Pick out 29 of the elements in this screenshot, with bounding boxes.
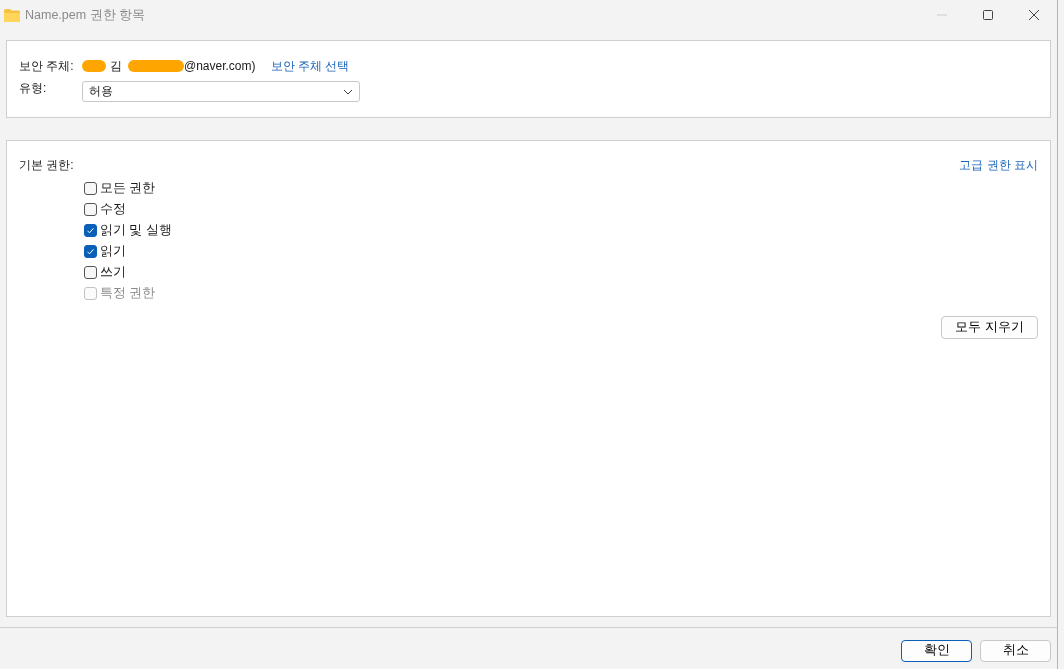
checkmark-icon (86, 226, 95, 235)
principal-text: 김 (110, 57, 122, 75)
checkmark-icon (86, 247, 95, 256)
checkbox[interactable] (84, 224, 97, 237)
clear-all-button[interactable]: 모두 지우기 (941, 316, 1038, 339)
dialog-button[interactable]: 확인 (901, 639, 972, 662)
window-title: Name.pem 권한 항목 (25, 6, 146, 24)
checkbox-label: 모든 권한 (100, 180, 156, 197)
advanced-permissions-link[interactable]: 고급 권한 표시 (959, 157, 1038, 174)
chevron-down-icon (343, 88, 353, 95)
checkbox-label: 읽기 및 실행 (100, 222, 172, 239)
checkbox[interactable] (84, 182, 97, 195)
folder-icon (4, 8, 20, 22)
redaction-mark (128, 60, 184, 72)
field-label: 보안 주체: (19, 57, 75, 75)
principal-text: @naver.com) (184, 59, 256, 73)
redaction-mark (82, 60, 106, 72)
checkbox[interactable] (84, 203, 97, 216)
field-label: 유형: (19, 79, 48, 97)
checkbox[interactable] (84, 266, 97, 279)
type-dropdown[interactable]: 허용 (82, 81, 360, 102)
checkbox-label: 쓰기 (100, 264, 126, 281)
checkbox-label: 읽기 (100, 243, 126, 260)
checkbox-label: 수정 (100, 201, 126, 218)
select-principal-link[interactable]: 보안 주체 선택 (270, 57, 350, 75)
section-label: 기본 권한: (19, 157, 74, 174)
dialog-button[interactable]: 취소 (980, 639, 1051, 662)
checkbox-label: 특정 권한 (100, 285, 156, 302)
checkbox[interactable] (84, 245, 97, 258)
